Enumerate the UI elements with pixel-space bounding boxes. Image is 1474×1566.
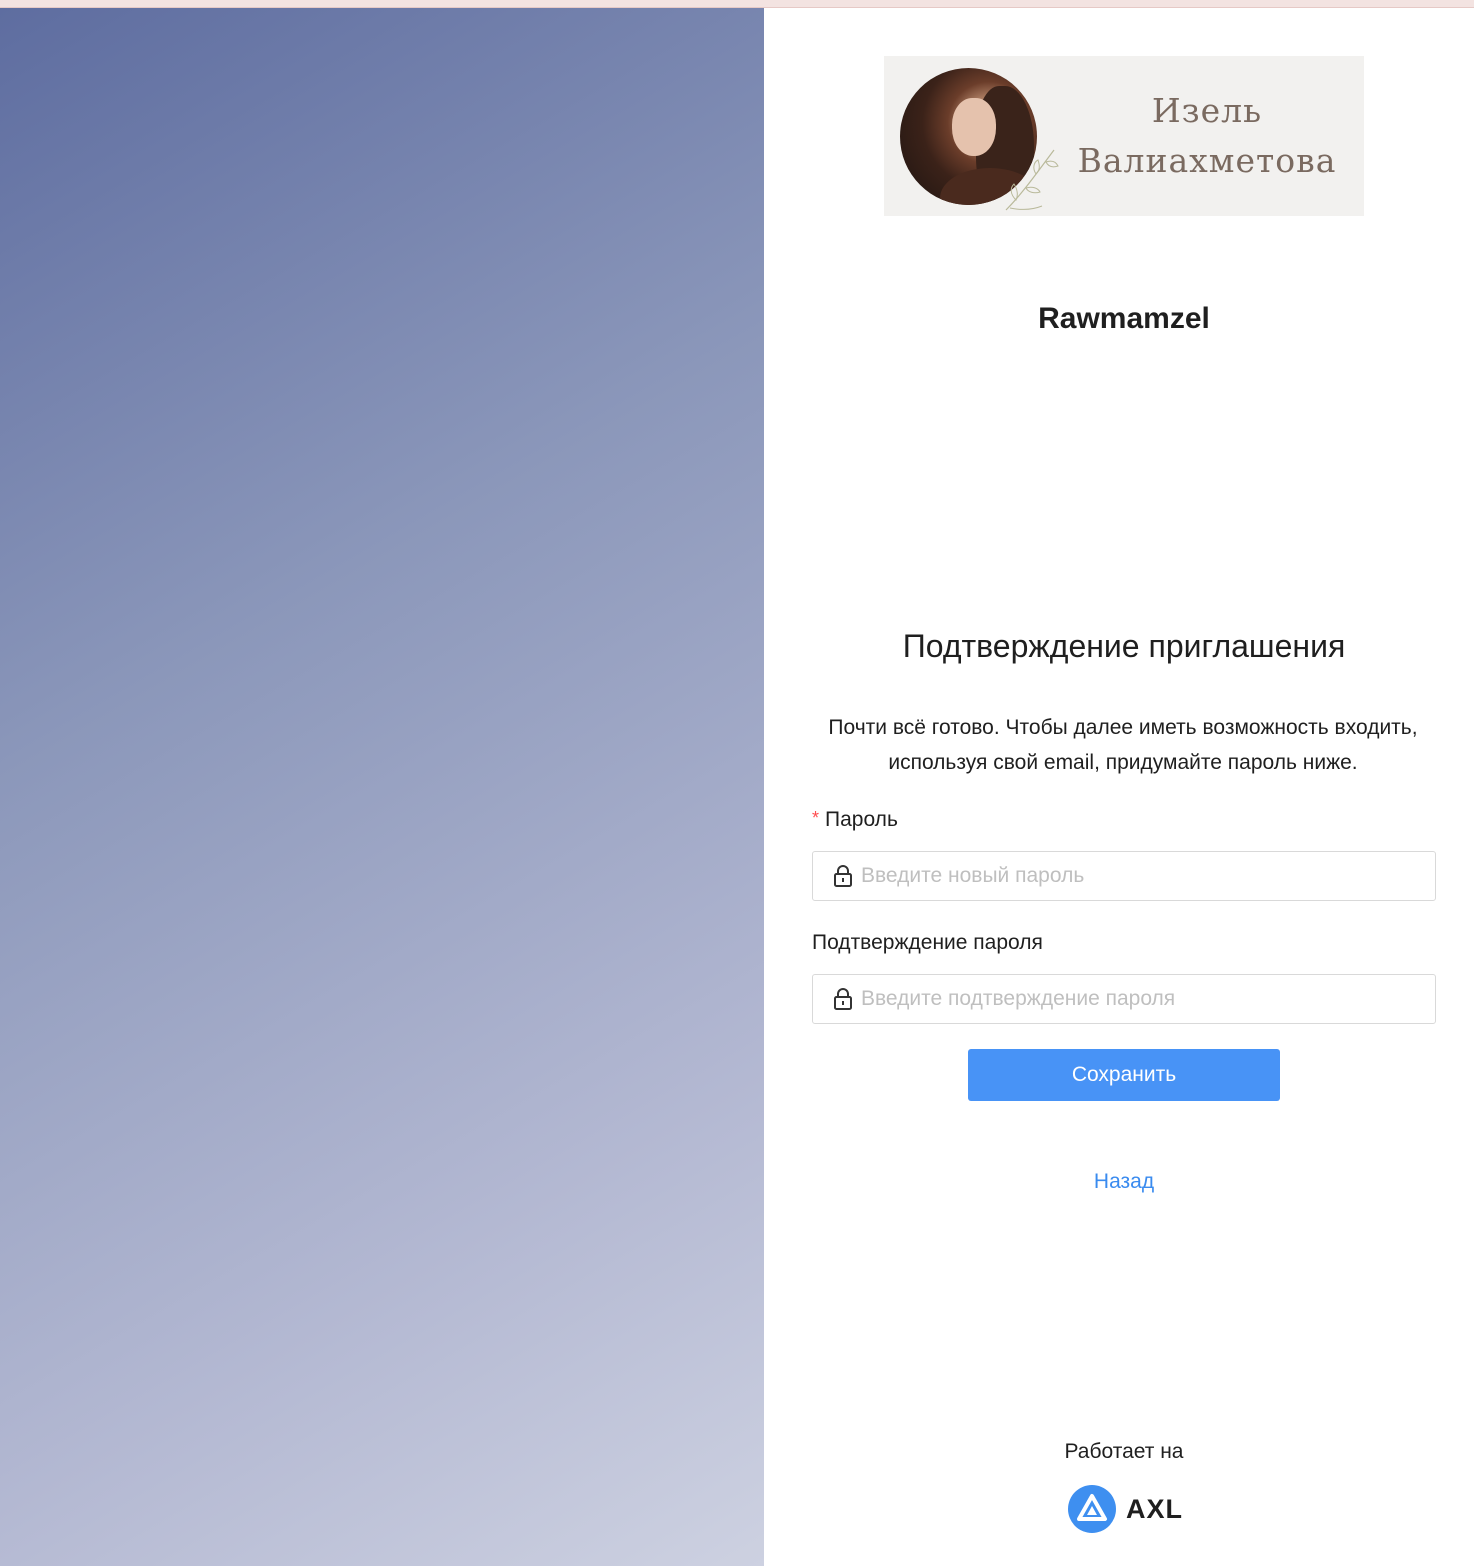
brand-name: Изель Валиахметова [1062,86,1352,186]
confirm-password-label: Подтверждение пароля [812,931,1043,954]
provider-name: AXL [1126,1493,1183,1524]
form-description: Почти всё готово. Чтобы далее иметь возм… [828,716,1418,774]
provider-logo[interactable]: AXL [1068,1485,1183,1533]
background-gradient-panel [0,8,764,1566]
brand-banner: Изель Валиахметова [884,56,1364,216]
password-field[interactable] [812,851,1436,901]
confirm-password-field[interactable] [812,974,1436,1024]
password-input[interactable] [861,864,1421,888]
required-mark: * [812,808,820,828]
brand-name-line2: Валиахметова [1077,141,1337,180]
form-title: Подтверждение приглашения [902,628,1346,664]
password-label-text: Пароль [825,808,898,831]
browser-top-strip [0,0,1474,8]
auth-panel: Изель Валиахметова Rawmamzel Подтвержден… [764,8,1474,1566]
confirm-password-input[interactable] [861,987,1421,1011]
back-link[interactable]: Назад [764,1170,1474,1194]
lock-icon [834,988,852,1010]
lock-icon [834,865,852,887]
password-label: * Пароль [812,808,898,832]
organization-name: Rawmamzel [1038,302,1210,335]
brand-name-line1: Изель [1151,91,1263,130]
leaf-branch-icon [1005,149,1059,211]
axl-logo-icon [1068,1485,1116,1533]
powered-by-label: Работает на [1064,1440,1184,1463]
save-button[interactable]: Сохранить [968,1049,1280,1101]
